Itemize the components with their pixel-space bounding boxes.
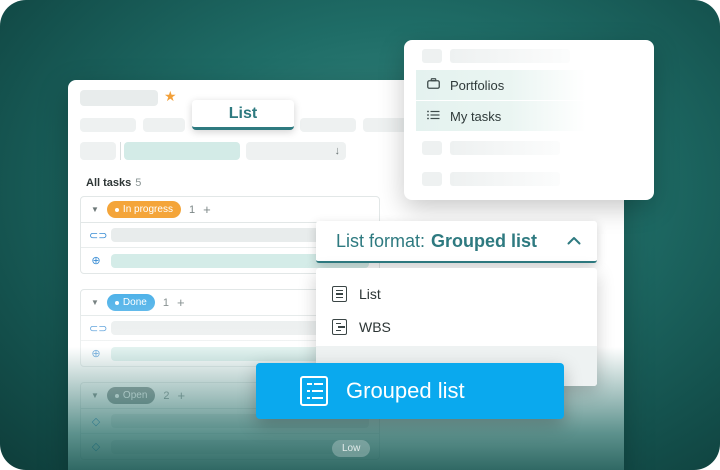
briefcase-icon (426, 78, 440, 92)
priority-badge: Low (332, 440, 371, 457)
group-count: 1 (188, 203, 196, 216)
list-format-dropdown[interactable]: List format: Grouped list (316, 221, 597, 263)
filter-field-placeholder[interactable] (124, 142, 240, 160)
group-count: 2 (163, 389, 170, 402)
nav-menu: Portfolios My tasks (404, 40, 654, 200)
tab-placeholder[interactable] (300, 118, 356, 132)
add-circle-icon[interactable]: ⊕ (89, 254, 103, 267)
grouped-list-icon (300, 376, 328, 406)
menu-item-label: My tasks (450, 108, 502, 124)
wbs-doc-icon (332, 318, 347, 335)
menu-placeholder-icon (422, 172, 442, 186)
format-option-label: List (359, 285, 381, 302)
toolbar-button-placeholder[interactable] (80, 142, 116, 160)
format-option-list[interactable]: List (316, 277, 597, 310)
all-tasks-count: 5 (135, 177, 142, 189)
chevron-up-icon[interactable] (567, 232, 581, 248)
menu-placeholder-label (450, 172, 560, 186)
project-title-placeholder (80, 90, 158, 106)
all-tasks-header: All tasks 5 (86, 177, 141, 189)
arrow-down-icon: ↓ (334, 145, 341, 157)
diamond-icon: ◇ (91, 415, 101, 428)
caret-down-icon[interactable]: ▼ (91, 391, 99, 400)
grouped-list-label: Grouped list (346, 378, 465, 403)
group-header[interactable]: ▼ In progress 1 + (81, 197, 379, 223)
status-badge[interactable]: In progress (106, 201, 181, 218)
add-task-icon[interactable]: + (203, 202, 211, 217)
subtask-icon: ⊂⊃ (89, 322, 108, 335)
add-task-icon[interactable]: + (177, 295, 185, 310)
format-option-grouped-list[interactable]: Grouped list (256, 363, 564, 419)
diamond-icon: ◇ (91, 441, 101, 453)
menu-placeholder-icon (422, 49, 442, 63)
list-icon (426, 109, 440, 123)
menu-item-portfolios[interactable]: Portfolios (416, 70, 586, 100)
status-badge[interactable]: Done (106, 294, 155, 311)
list-doc-icon (332, 285, 347, 302)
favorite-star-icon[interactable]: ★ (164, 89, 177, 103)
sort-dropdown[interactable]: ↓ (246, 142, 346, 160)
all-tasks-label: All tasks (86, 177, 132, 189)
add-circle-icon[interactable]: ⊕ (89, 347, 103, 360)
status-badge[interactable]: Open (106, 387, 156, 404)
list-format-value: Grouped list (431, 230, 538, 251)
menu-item-label: Portfolios (450, 77, 505, 93)
menu-item-my-tasks[interactable]: My tasks (416, 101, 586, 131)
caret-down-icon[interactable]: ▼ (91, 298, 99, 307)
group-count: 1 (162, 296, 169, 309)
tab-placeholder[interactable] (143, 118, 185, 132)
menu-placeholder-icon (422, 141, 442, 155)
add-task-icon[interactable]: + (178, 388, 186, 403)
caret-down-icon[interactable]: ▼ (91, 205, 99, 214)
subtask-icon: ⊂⊃ (89, 229, 108, 242)
format-option-wbs[interactable]: WBS (316, 310, 597, 343)
toolbar-divider (120, 142, 121, 160)
menu-placeholder-label (450, 49, 570, 63)
menu-placeholder-label (450, 141, 560, 155)
tab-list[interactable]: List (192, 100, 294, 130)
tab-placeholder[interactable] (80, 118, 136, 132)
format-option-label: WBS (359, 318, 391, 335)
list-format-prefix: List format: (336, 230, 426, 251)
